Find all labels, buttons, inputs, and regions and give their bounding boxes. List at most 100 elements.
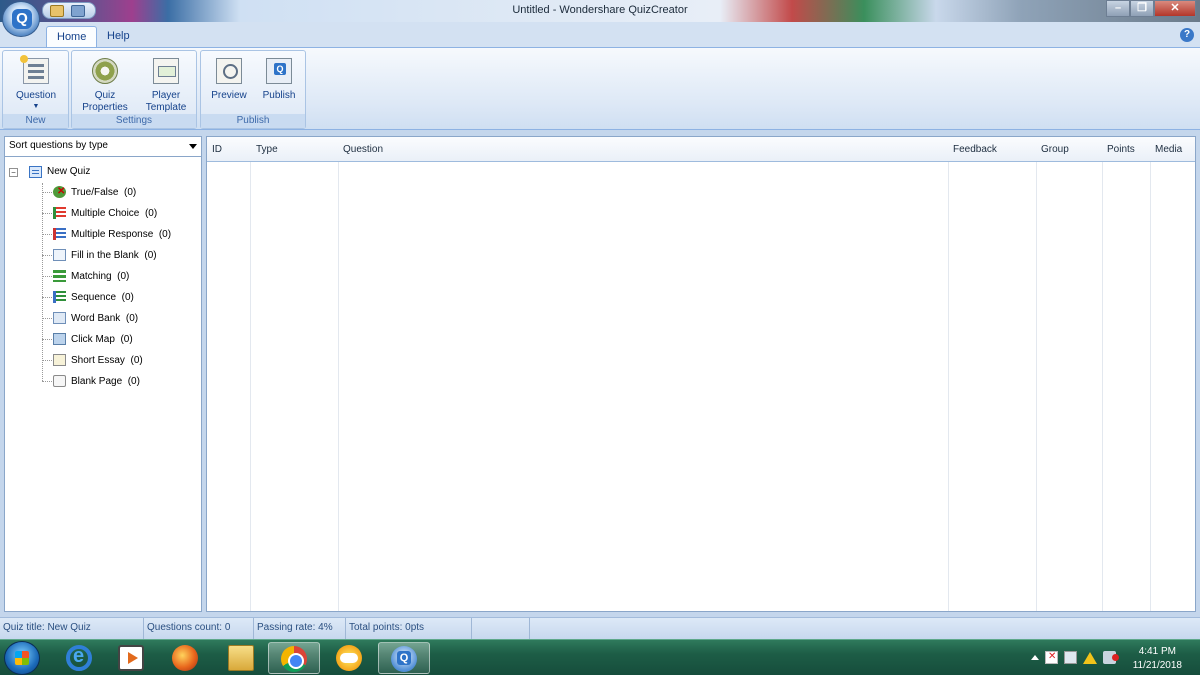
matching-icon bbox=[53, 270, 66, 282]
ribbon-group-publish: Preview Publish Publish bbox=[200, 50, 306, 129]
player-template-label-line2: Template bbox=[145, 102, 187, 113]
blank-page-icon bbox=[53, 375, 66, 387]
grid-column-type bbox=[251, 137, 339, 611]
player-template-label-line1: Player bbox=[151, 90, 181, 101]
quizcreator-icon bbox=[391, 646, 417, 672]
status-empty-segment bbox=[472, 618, 530, 639]
multiple-choice-icon bbox=[53, 207, 66, 219]
multiple-response-icon bbox=[53, 228, 66, 240]
column-header-feedback[interactable]: Feedback bbox=[953, 144, 997, 155]
windows-start-icon[interactable] bbox=[4, 641, 40, 675]
window-title: Untitled - Wondershare QuizCreator bbox=[512, 4, 688, 16]
taskbar-chrome[interactable] bbox=[268, 642, 320, 674]
ribbon: Question ▼ New Quiz Properties Player Te… bbox=[0, 47, 1200, 130]
player-template-icon bbox=[153, 58, 179, 84]
taskbar-clock[interactable]: 4:41 PM 11/21/2018 bbox=[1133, 645, 1182, 673]
quiz-properties-label-line2: Properties bbox=[82, 102, 128, 113]
tree-item-label: Word Bank bbox=[71, 313, 121, 324]
sort-select[interactable]: Sort questions by type bbox=[5, 137, 201, 157]
grid-column-feedback bbox=[949, 137, 1037, 611]
tree-item-count: (0) bbox=[144, 208, 158, 219]
ribbon-group-settings: Quiz Properties Player Template Settings bbox=[71, 50, 197, 129]
word-bank-icon bbox=[53, 312, 66, 324]
help-icon[interactable]: ? bbox=[1180, 28, 1194, 42]
window-controls: – ❐ ✕ bbox=[1106, 0, 1196, 18]
volume-muted-icon[interactable] bbox=[1103, 651, 1119, 664]
media-player-icon bbox=[118, 645, 144, 671]
grid-column-question bbox=[339, 137, 949, 611]
tree-item-count: (0) bbox=[121, 292, 134, 303]
tree-item-label: Fill in the Blank bbox=[71, 250, 139, 261]
close-icon[interactable]: ✕ bbox=[1154, 0, 1196, 17]
tab-home[interactable]: Home bbox=[46, 26, 98, 48]
tree-item-count: (0) bbox=[125, 313, 139, 324]
tree-root-label: New Quiz bbox=[47, 166, 91, 177]
taskbar-firefox[interactable] bbox=[160, 642, 212, 674]
ribbon-group-new: Question ▼ New bbox=[2, 50, 69, 129]
fill-blank-icon bbox=[53, 249, 66, 261]
sequence-icon bbox=[53, 291, 66, 303]
tree-item-label: Sequence bbox=[71, 292, 117, 303]
preview-label: Preview bbox=[211, 90, 247, 101]
open-icon[interactable] bbox=[50, 5, 64, 17]
tree-item-label: Short Essay bbox=[71, 355, 125, 366]
title-bar: Untitled - Wondershare QuizCreator – ❐ ✕ bbox=[0, 0, 1200, 22]
tab-help[interactable]: Help bbox=[97, 26, 140, 48]
question-button[interactable]: Question ▼ bbox=[9, 54, 63, 111]
clock-time: 4:41 PM bbox=[1138, 646, 1176, 657]
publish-icon bbox=[266, 58, 292, 84]
quiz-icon bbox=[29, 166, 42, 178]
tree-item-count: (0) bbox=[158, 229, 172, 240]
tree-item-count: (0) bbox=[117, 271, 130, 282]
warning-icon[interactable] bbox=[1083, 651, 1097, 664]
column-header-id[interactable]: ID bbox=[212, 144, 222, 155]
sun-weather-icon bbox=[336, 645, 362, 671]
quizcreator-logo-icon: Q bbox=[12, 9, 32, 29]
application-menu-button[interactable]: Q bbox=[2, 1, 40, 37]
tree-item-count: (0) bbox=[144, 250, 157, 261]
status-total-points: Total points: 0pts bbox=[346, 618, 472, 639]
column-header-media[interactable]: Media bbox=[1155, 144, 1182, 155]
save-icon[interactable] bbox=[71, 5, 85, 17]
taskbar-internet-explorer[interactable] bbox=[54, 642, 106, 674]
taskbar-file-explorer[interactable] bbox=[216, 642, 268, 674]
restore-icon[interactable]: ❐ bbox=[1130, 0, 1154, 17]
gear-icon bbox=[92, 58, 118, 84]
collapse-icon[interactable]: − bbox=[9, 168, 18, 177]
system-tray bbox=[1031, 651, 1119, 664]
tree-item-label: Click Map bbox=[71, 334, 115, 345]
status-passing-rate: Passing rate: 4% bbox=[254, 618, 346, 639]
status-questions-count: Questions count: 0 bbox=[144, 618, 254, 639]
preview-button[interactable]: Preview bbox=[205, 54, 253, 102]
column-header-type[interactable]: Type bbox=[256, 144, 278, 155]
publish-label: Publish bbox=[262, 90, 296, 101]
quiz-properties-button[interactable]: Quiz Properties bbox=[76, 54, 134, 114]
grid-column-id bbox=[207, 137, 251, 611]
short-essay-icon bbox=[53, 354, 66, 366]
network-icon[interactable] bbox=[1064, 651, 1077, 664]
column-header-points[interactable]: Points bbox=[1107, 144, 1135, 155]
column-header-question[interactable]: Question bbox=[343, 144, 383, 155]
player-template-button[interactable]: Player Template bbox=[138, 54, 194, 114]
taskbar-weather[interactable] bbox=[324, 642, 376, 674]
tree-item-label: True/False bbox=[71, 187, 119, 198]
chevron-down-icon bbox=[189, 144, 197, 149]
taskbar-media-player[interactable] bbox=[106, 642, 158, 674]
group-label-new: New bbox=[3, 114, 68, 128]
preview-icon bbox=[216, 58, 242, 84]
question-icon bbox=[20, 55, 49, 84]
tree-item-label: Blank Page bbox=[71, 376, 123, 387]
publish-button[interactable]: Publish bbox=[255, 54, 303, 102]
action-center-icon[interactable] bbox=[1045, 651, 1058, 664]
tree-item-label: Multiple Choice bbox=[71, 208, 140, 219]
taskbar-quizcreator[interactable] bbox=[378, 642, 430, 674]
firefox-icon bbox=[172, 645, 198, 671]
status-quiz-title: Quiz title: New Quiz bbox=[0, 618, 144, 639]
group-label-settings: Settings bbox=[72, 114, 196, 128]
minimize-icon[interactable]: – bbox=[1106, 0, 1130, 17]
click-map-icon bbox=[53, 333, 66, 345]
group-label-publish: Publish bbox=[201, 114, 305, 128]
show-hidden-icons-icon[interactable] bbox=[1031, 655, 1039, 660]
tree-item-count: (0) bbox=[127, 376, 140, 387]
column-header-group[interactable]: Group bbox=[1041, 144, 1069, 155]
